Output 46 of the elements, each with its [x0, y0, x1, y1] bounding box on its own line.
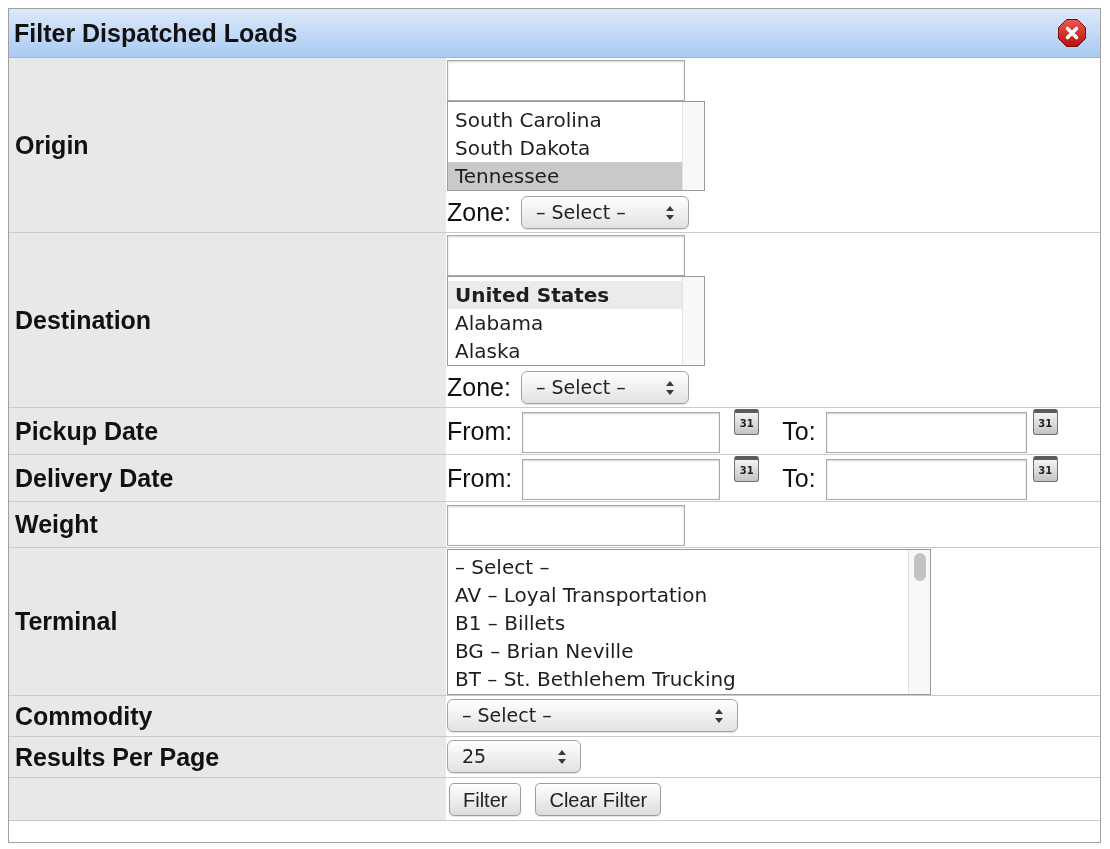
select-arrows-icon: [665, 380, 674, 395]
list-box[interactable]: South Carolina South Dakota Tennessee: [447, 101, 705, 191]
row-label: Pickup Date: [15, 418, 159, 444]
field-label: From:: [447, 465, 513, 491]
filter-button[interactable]: Filter: [449, 783, 522, 816]
dropdown[interactable]: – Select –: [520, 196, 689, 229]
select-arrows-icon: [558, 749, 566, 764]
dropdown[interactable]: – Select –: [520, 371, 689, 404]
row-label: Weight: [15, 512, 98, 537]
row-label: Commodity: [15, 703, 153, 729]
scrollbar[interactable]: [682, 102, 704, 190]
dropdown[interactable]: 25: [447, 740, 581, 773]
field-label: From:: [447, 418, 513, 444]
text-field[interactable]: [447, 60, 685, 101]
list-box[interactable]: United States Alabama Alaska: [447, 276, 705, 366]
text-field[interactable]: [522, 412, 721, 453]
list-option[interactable]: Tennessee: [448, 162, 682, 190]
list-option[interactable]: United States: [448, 281, 682, 309]
field-label: Zone:: [447, 375, 511, 400]
row-label: Origin: [15, 132, 89, 158]
scrollbar[interactable]: [682, 277, 704, 365]
text-field[interactable]: [825, 412, 1027, 453]
dropdown[interactable]: – Select –: [447, 699, 738, 732]
scrollbar-thumb[interactable]: [913, 553, 926, 581]
list-box[interactable]: – Select – AV – Loyal Transportation B1 – Billets BG – Brian Neville BT – St. Bethlehem Trucking: [447, 549, 931, 695]
calendar-button[interactable]: 31: [1032, 409, 1058, 435]
text-field[interactable]: [825, 459, 1027, 500]
scrollbar[interactable]: [908, 550, 930, 694]
field-label: To:: [782, 465, 816, 491]
calendar-button[interactable]: 31: [734, 409, 760, 435]
text-field[interactable]: [447, 235, 685, 276]
row-label: Destination: [15, 307, 152, 333]
field-label: Zone:: [447, 200, 511, 225]
window-title: Filter Dispatched Loads: [14, 20, 298, 46]
row-label: Delivery Date: [15, 465, 174, 491]
row-label: Terminal: [15, 609, 118, 634]
calendar-button[interactable]: 31: [734, 456, 760, 482]
row-label: Results Per Page: [15, 744, 220, 770]
select-arrows-icon: [665, 205, 674, 220]
text-field[interactable]: [522, 459, 721, 500]
calendar-button[interactable]: 31: [1032, 456, 1058, 482]
close-icon[interactable]: [1058, 19, 1086, 47]
select-arrows-icon: [715, 708, 723, 723]
text-field[interactable]: [447, 505, 685, 546]
clear-filter-button[interactable]: Clear Filter: [535, 783, 662, 816]
field-label: To:: [782, 418, 816, 444]
